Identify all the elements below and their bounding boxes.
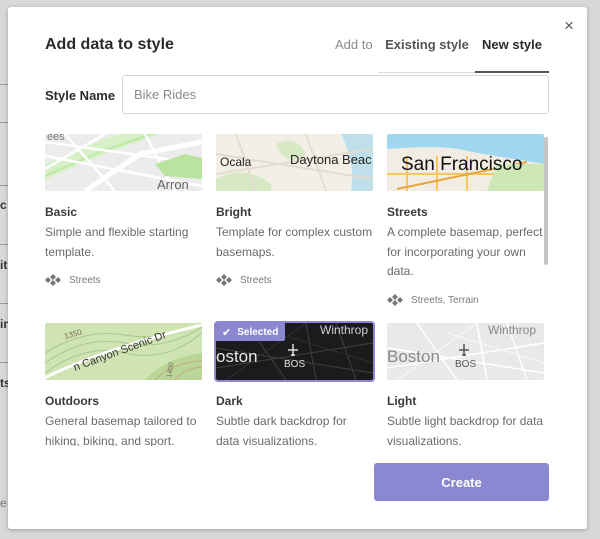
selected-badge: ✔ Selected [216,323,286,341]
light-map-label-3: BOS [455,359,476,370]
background-divider [0,303,8,304]
streets-map-label: San Francisco [401,154,522,175]
background-divider [0,185,8,186]
streets-source-icon [45,274,61,286]
selected-badge-label: Selected [237,326,279,338]
streets-terrain-source-icon [387,294,403,306]
background-divider [0,244,8,245]
background-text-fragment: c [0,198,7,212]
style-card-description: General basemap tailored to hiking, biki… [45,414,197,446]
tab-existing-style[interactable]: Existing style [378,33,476,73]
streets-map-thumbnail: San Francisco [387,134,544,191]
grid-scrollbar[interactable] [544,137,548,265]
background-divider [0,122,8,123]
add-to-label: Add to [335,37,373,52]
style-template-grid: Arron ees Basic Simple and flexible star… [45,134,549,446]
dark-map-label-3: BOS [284,359,305,370]
style-card-source: Streets, Terrain [387,294,479,306]
light-map-thumbnail: Boston Winthrop BOS [387,323,544,380]
modal-title: Add data to style [45,36,174,53]
style-card-title: Bright [216,205,252,219]
style-name-label: Style Name [45,88,116,103]
style-card-source-label: Streets, Terrain [411,294,479,306]
basic-map-label-2: ees [47,134,65,143]
style-card-title: Light [387,394,417,408]
style-card-source: Streets [45,274,101,286]
check-icon: ✔ [222,326,232,339]
add-data-modal: × Add data to style Add to Existing styl… [8,7,587,529]
style-card-description: Subtle dark backdrop for data visualizat… [216,414,347,446]
style-card-description: Template for complex custom basemaps. [216,225,373,259]
style-name-input[interactable] [122,75,549,114]
streets-source-icon [216,274,232,286]
basic-map-label: Arron [157,177,189,191]
style-card-title: Basic [45,205,78,219]
style-card-source-label: Streets [240,274,272,286]
background-text-fragment: it [0,258,8,272]
dark-map-thumbnail: oston Winthrop BOS ✔ Selected [216,323,373,380]
tab-new-style[interactable]: New style [475,33,549,73]
dark-map-label: oston [216,347,258,366]
style-card-description: A complete basemap, perfect for incorpor… [387,225,543,278]
bright-map-thumbnail: Ocala Daytona Beac [216,134,373,191]
style-card-title: Streets [387,205,428,219]
style-card-source: Streets [216,274,272,286]
background-divider [0,362,8,363]
outdoors-map-thumbnail: 1350 n Canyon Scenic Dr 1400 [45,323,202,380]
style-card-description: Subtle light backdrop for data visualiza… [387,414,544,446]
light-map-label: Boston [387,347,440,366]
close-button[interactable]: × [561,16,577,36]
style-card-title: Outdoors [45,394,99,408]
style-card-title: Dark [216,394,243,408]
light-map-label-2: Winthrop [488,323,536,337]
style-card-description: Simple and flexible starting template. [45,225,189,259]
bright-map-label-2: Ocala [220,155,252,169]
create-button[interactable]: Create [374,463,549,501]
background-divider [0,84,8,85]
background-text-fragment: e [0,496,7,510]
dark-map-label-2: Winthrop [320,323,368,337]
style-card-source-label: Streets [69,274,101,286]
bright-map-label: Daytona Beac [290,152,372,167]
basic-map-thumbnail: Arron ees [45,134,202,191]
